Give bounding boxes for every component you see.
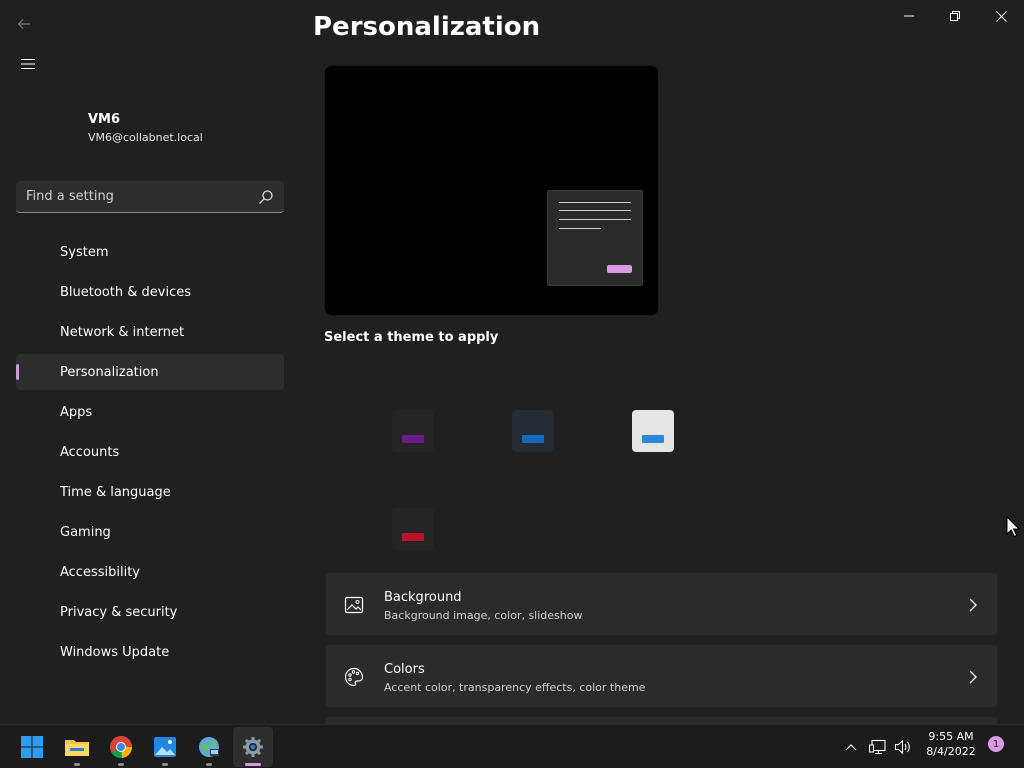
settings-gear-icon [243, 737, 263, 757]
theme-preview [324, 65, 659, 316]
taskbar-app-file-explorer[interactable] [57, 725, 97, 768]
running-indicator [118, 763, 124, 766]
windows-logo-icon [21, 736, 43, 758]
colors-setting-card[interactable]: Colors Accent color, transparency effect… [325, 644, 998, 708]
back-arrow-icon [17, 19, 30, 29]
user-email: VM6@collabnet.local [88, 131, 203, 144]
network-icon [869, 739, 886, 755]
hamburger-icon [21, 58, 35, 70]
chrome-icon [110, 736, 133, 759]
restore-icon [950, 11, 960, 21]
minimize-button[interactable] [886, 0, 932, 32]
theme-accent-bar [402, 533, 424, 541]
search-icon[interactable] [258, 189, 274, 205]
sidebar-item-accounts[interactable]: Accounts [16, 434, 284, 470]
sidebar-item-bluetooth-devices[interactable]: Bluetooth & devices [16, 274, 284, 310]
preview-line [559, 202, 631, 203]
minimize-icon [904, 15, 914, 17]
sidebar-item-gaming[interactable]: Gaming [16, 514, 284, 550]
window-controls [886, 0, 1024, 32]
sidebar-item-label: Accounts [60, 444, 120, 460]
theme-accent-bar [522, 435, 544, 443]
card-subtitle: Background image, color, slideshow [384, 609, 583, 622]
running-indicator [74, 763, 80, 766]
sidebar-item-label: System [60, 244, 109, 260]
taskbar-clock[interactable]: 9:55 AM 8/4/2022 [920, 729, 982, 759]
sidebar-nav: System Bluetooth & devices Network & int… [16, 234, 284, 674]
theme-accent-bar [402, 435, 424, 443]
running-indicator [206, 763, 212, 766]
preview-window [547, 190, 643, 286]
clock-time: 9:55 AM [928, 730, 974, 743]
folder-icon [65, 740, 89, 756]
sidebar-item-accessibility[interactable]: Accessibility [16, 554, 284, 590]
network-status-button[interactable] [867, 725, 889, 768]
sidebar-item-label: Bluetooth & devices [60, 284, 191, 300]
sidebar-item-time-language[interactable]: Time & language [16, 474, 284, 510]
close-button[interactable] [978, 0, 1024, 32]
palette-icon [344, 667, 364, 687]
sidebar-item-label: Privacy & security [60, 604, 178, 620]
sidebar-item-personalization[interactable]: Personalization [16, 354, 284, 390]
taskbar: 9:55 AM 8/4/2022 [0, 724, 1024, 768]
selection-indicator [16, 364, 19, 380]
taskbar-app-photos[interactable] [145, 725, 185, 768]
clock-date: 8/4/2022 [926, 745, 976, 758]
running-indicator [245, 763, 261, 766]
card-subtitle: Accent color, transparency effects, colo… [384, 681, 646, 694]
sidebar-item-label: Gaming [60, 524, 111, 540]
preview-accent-button [607, 265, 632, 273]
sidebar-item-system[interactable]: System [16, 234, 284, 270]
chevron-up-icon [845, 744, 857, 751]
theme-tile[interactable] [392, 410, 434, 452]
user-name: VM6 [88, 112, 121, 127]
sidebar-item-apps[interactable]: Apps [16, 394, 284, 430]
start-button[interactable] [12, 725, 52, 768]
preview-line [559, 228, 601, 229]
sidebar-item-label: Network & internet [60, 324, 185, 340]
page-title: Personalization [313, 12, 541, 42]
preview-line [559, 210, 631, 211]
theme-tile[interactable] [512, 410, 554, 452]
settings-window: VM6 VM6@collabnet.local System Bluetooth… [0, 0, 1024, 724]
restore-button[interactable] [932, 0, 978, 32]
setting-card-partial[interactable] [325, 716, 998, 724]
background-setting-card[interactable]: Background Background image, color, slid… [325, 572, 998, 636]
theme-tile[interactable] [632, 410, 674, 452]
sidebar-item-network-internet[interactable]: Network & internet [16, 314, 284, 350]
mouse-cursor-icon [1006, 516, 1020, 538]
sidebar-item-privacy-security[interactable]: Privacy & security [16, 594, 284, 630]
taskbar-app-chrome[interactable] [101, 725, 141, 768]
photos-icon [154, 737, 176, 757]
image-icon [344, 596, 364, 614]
theme-tile[interactable] [392, 508, 434, 550]
speaker-icon [894, 739, 910, 755]
navigation-menu-button[interactable] [14, 50, 42, 78]
theme-accent-bar [642, 435, 664, 443]
volume-button[interactable] [892, 725, 914, 768]
chevron-right-icon [969, 598, 977, 612]
preview-line [559, 219, 631, 220]
taskbar-app-settings[interactable] [233, 727, 273, 767]
sidebar-item-label: Apps [60, 404, 93, 420]
sidebar-item-label: Personalization [60, 364, 159, 380]
taskbar-app-network-globe[interactable] [189, 725, 229, 768]
sidebar-item-label: Accessibility [60, 564, 140, 580]
globe-network-icon [199, 737, 219, 757]
back-button[interactable] [10, 10, 38, 38]
search-box [16, 181, 284, 213]
sidebar-item-label: Windows Update [60, 644, 170, 660]
card-title: Background [384, 590, 462, 605]
show-hidden-icons-button[interactable] [840, 725, 862, 768]
running-indicator [162, 763, 168, 766]
sidebar-item-label: Time & language [60, 484, 171, 500]
notification-badge[interactable]: 1 [988, 736, 1004, 752]
close-icon [995, 10, 1007, 22]
card-title: Colors [384, 662, 425, 677]
theme-section-heading: Select a theme to apply [324, 330, 499, 345]
sidebar-item-windows-update[interactable]: Windows Update [16, 634, 284, 670]
search-input[interactable] [16, 181, 246, 212]
chevron-right-icon [969, 670, 977, 684]
